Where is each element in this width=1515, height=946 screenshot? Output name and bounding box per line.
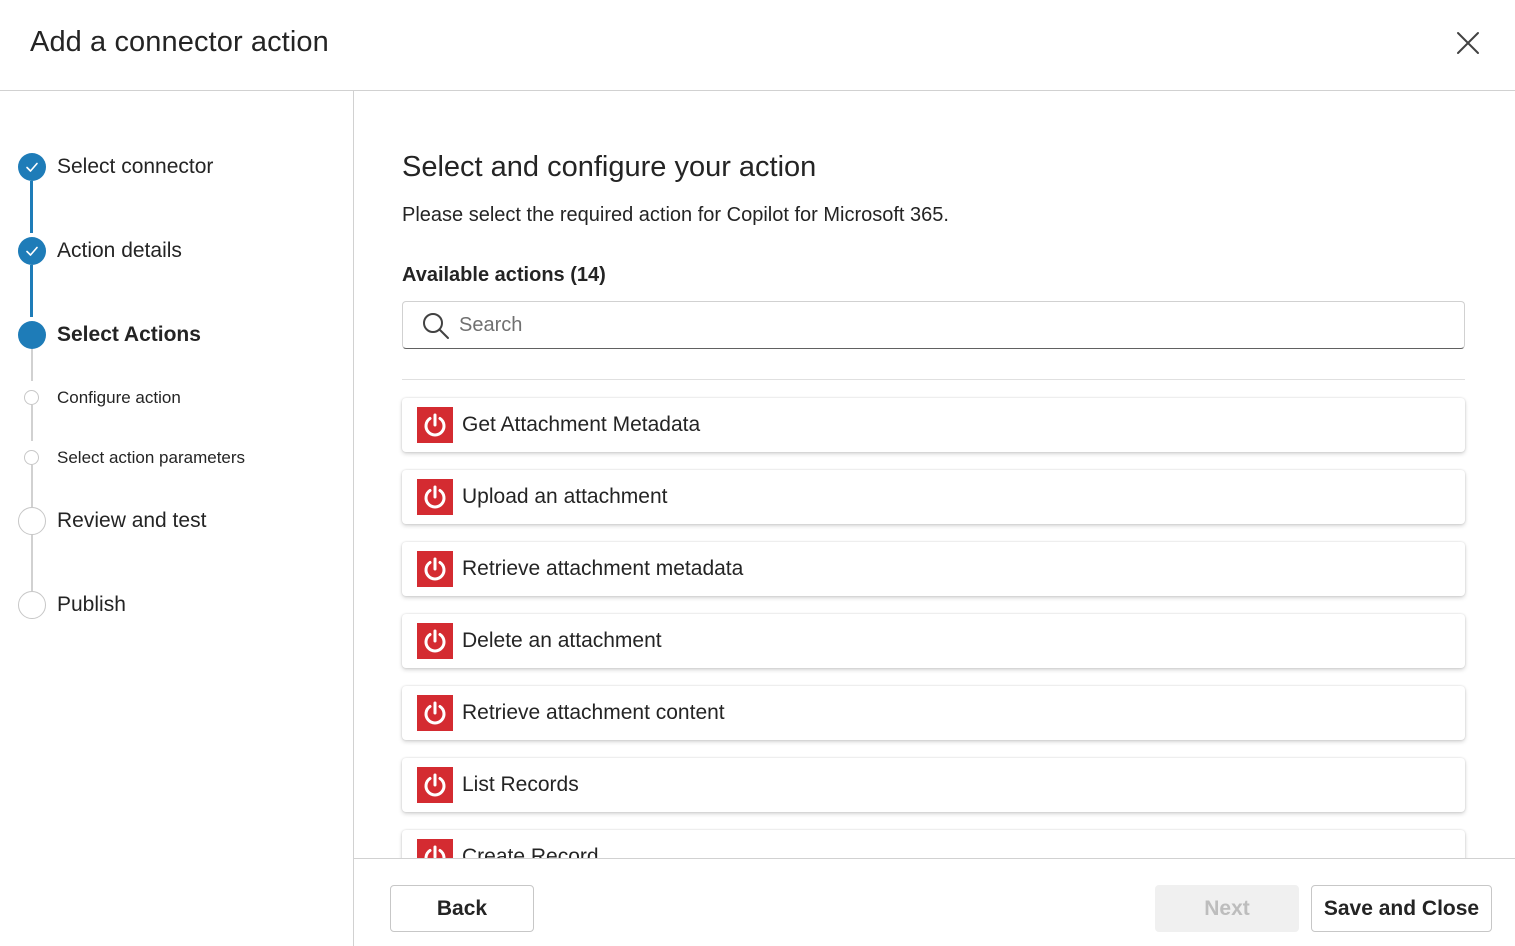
step-action-details[interactable]: Action details bbox=[57, 239, 182, 263]
step-completed-icon bbox=[18, 153, 46, 181]
step-current-icon bbox=[18, 321, 46, 349]
step-connector-line bbox=[31, 405, 33, 441]
action-label: Retrieve attachment content bbox=[462, 701, 725, 724]
substep-select-action-parameters: Select action parameters bbox=[57, 448, 246, 467]
step-review-and-test: Review and test bbox=[57, 509, 207, 532]
action-item-upload-an-attachment[interactable]: Upload an attachment bbox=[402, 470, 1465, 524]
connector-icon bbox=[417, 839, 453, 858]
step-connector-line bbox=[30, 181, 33, 233]
action-item-retrieve-attachment-metadata[interactable]: Retrieve attachment metadata bbox=[402, 542, 1465, 596]
power-icon bbox=[424, 701, 446, 725]
search-input[interactable] bbox=[459, 310, 1439, 340]
power-icon bbox=[424, 629, 446, 653]
back-button[interactable]: Back bbox=[390, 885, 534, 932]
action-label: Upload an attachment bbox=[462, 485, 668, 508]
action-label: Get Attachment Metadata bbox=[462, 413, 701, 436]
dialog-title: Add a connector action bbox=[30, 26, 329, 58]
power-icon bbox=[424, 413, 446, 437]
step-connector-line bbox=[30, 265, 33, 317]
step-select-actions[interactable]: Select Actions bbox=[57, 323, 201, 347]
connector-icon bbox=[417, 551, 453, 587]
checkmark-icon bbox=[26, 246, 38, 256]
close-button[interactable] bbox=[1446, 22, 1490, 64]
step-publish: Publish bbox=[57, 593, 126, 616]
action-item-create-record[interactable]: Create Record bbox=[402, 830, 1465, 858]
power-icon bbox=[424, 773, 446, 797]
action-item-retrieve-attachment-content[interactable]: Retrieve attachment content bbox=[402, 686, 1465, 740]
step-connector-line bbox=[31, 535, 33, 591]
dialog-footer: Back Next Save and Close bbox=[354, 858, 1515, 946]
step-connector-line bbox=[31, 465, 33, 507]
connector-icon bbox=[417, 623, 453, 659]
page-title: Select and configure your action bbox=[402, 151, 817, 183]
power-icon bbox=[424, 845, 446, 858]
power-icon bbox=[424, 557, 446, 581]
list-divider bbox=[402, 379, 1465, 380]
substep-configure-action: Configure action bbox=[57, 388, 181, 407]
main-panel: Select and configure your action Please … bbox=[354, 91, 1515, 858]
next-button[interactable]: Next bbox=[1155, 885, 1299, 932]
connector-icon bbox=[417, 479, 453, 515]
step-pending-icon bbox=[18, 507, 46, 535]
step-completed-icon bbox=[18, 237, 46, 265]
step-pending-icon bbox=[18, 591, 46, 619]
wizard-stepper: Select connector Action details Select A… bbox=[0, 91, 354, 858]
action-list: Get Attachment Metadata Upload an attach… bbox=[402, 398, 1465, 858]
substep-pending-icon bbox=[24, 450, 39, 465]
page-description: Please select the required action for Co… bbox=[402, 204, 949, 226]
search-icon bbox=[423, 313, 449, 339]
action-label: Create Record bbox=[462, 845, 599, 858]
checkmark-icon bbox=[26, 162, 38, 172]
step-select-connector[interactable]: Select connector bbox=[57, 155, 213, 179]
connector-icon bbox=[417, 695, 453, 731]
connector-icon bbox=[417, 767, 453, 803]
action-item-list-records[interactable]: List Records bbox=[402, 758, 1465, 812]
save-and-close-button[interactable]: Save and Close bbox=[1311, 885, 1492, 932]
action-label: Retrieve attachment metadata bbox=[462, 557, 744, 580]
substep-pending-icon bbox=[24, 390, 39, 405]
action-item-delete-an-attachment[interactable]: Delete an attachment bbox=[402, 614, 1465, 668]
dialog-header: Add a connector action bbox=[0, 0, 1515, 91]
action-label: List Records bbox=[462, 773, 579, 796]
available-actions-label: Available actions (14) bbox=[402, 264, 606, 286]
close-icon bbox=[1457, 32, 1479, 54]
step-connector-line bbox=[31, 349, 33, 381]
connector-icon bbox=[417, 407, 453, 443]
action-label: Delete an attachment bbox=[462, 629, 662, 652]
search-box[interactable] bbox=[402, 301, 1465, 349]
power-icon bbox=[424, 485, 446, 509]
action-item-get-attachment-metadata[interactable]: Get Attachment Metadata bbox=[402, 398, 1465, 452]
